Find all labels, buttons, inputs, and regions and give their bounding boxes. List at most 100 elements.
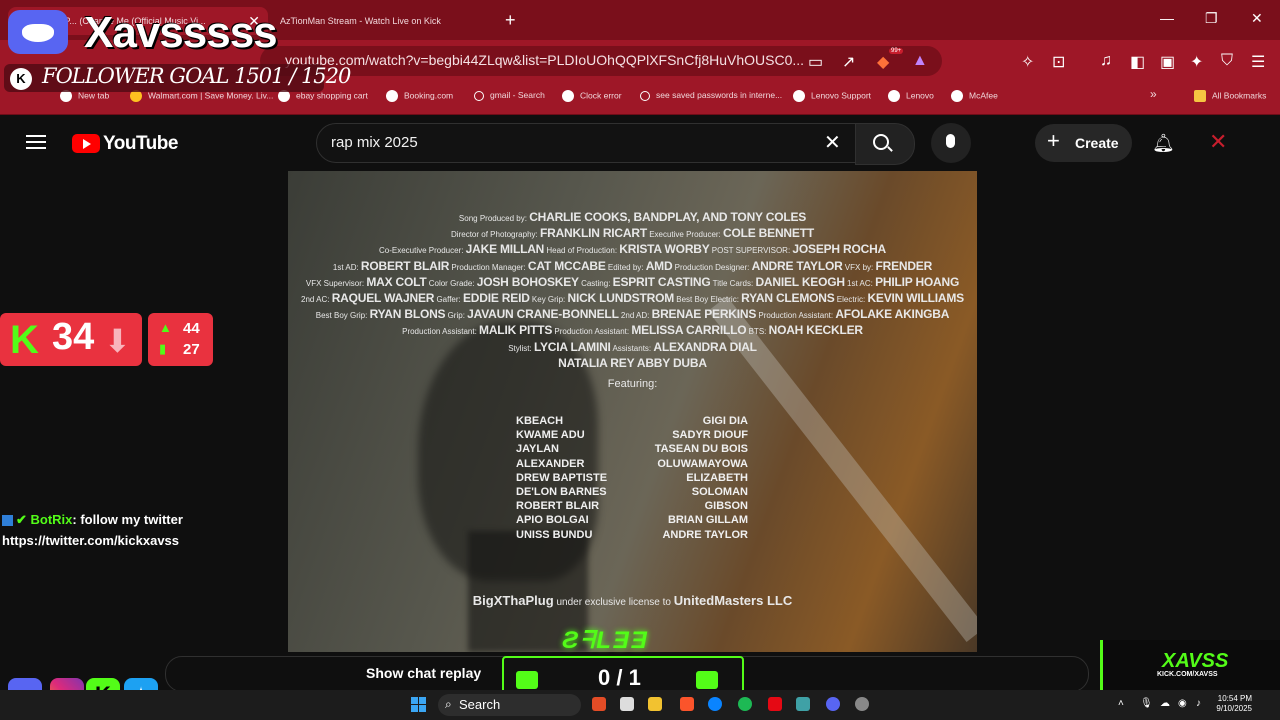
all-bookmarks[interactable]: All Bookmarks — [1194, 90, 1266, 102]
featured-name: GIGI DIA — [702, 415, 748, 427]
streamer-name: Xavsssss — [84, 8, 278, 57]
chat-message: ✔ BotRix: follow my twitter https://twit… — [2, 509, 183, 551]
tray-chevron-icon[interactable]: ˄ — [1118, 698, 1124, 709]
chat-link: https://twitter.com/kickxavss — [2, 533, 180, 548]
plus-icon: + — [1047, 128, 1060, 153]
new-tab-icon[interactable]: + — [505, 10, 516, 31]
windows-taskbar — [0, 690, 1280, 720]
mic-icon[interactable]: 🎙︎ — [1140, 698, 1153, 709]
extension-badge: 99+ — [889, 48, 904, 54]
viewer-count: 34 — [52, 316, 95, 358]
brave-shield-icon[interactable]: ◆ — [877, 52, 889, 72]
goal-art: ƧᖷLƎƎ — [562, 627, 649, 654]
notifications-bell-icon[interactable]: 🔔︎ — [1152, 133, 1175, 154]
bot-badge-icon — [2, 515, 13, 527]
folder-icon[interactable] — [648, 697, 662, 711]
wifi-icon[interactable]: ◉ — [1178, 698, 1187, 709]
share-icon[interactable]: ↗ — [842, 52, 855, 72]
clock-time: 10:54 PM — [1217, 694, 1252, 703]
kick-icon: K — [10, 68, 32, 90]
extensions-icon[interactable]: ✧ — [1021, 52, 1034, 72]
license-line: BigXThaPlug under exclusive license to U… — [472, 593, 793, 608]
chat-text: : follow my twitter — [72, 512, 183, 527]
youtube-logo-icon[interactable] — [72, 134, 100, 153]
rewards-icon[interactable]: ▲ — [912, 52, 928, 70]
close-window-icon[interactable]: ✕ — [1251, 10, 1263, 27]
credit-line: Co-Executive Producer: JAKE MILLAN Head … — [378, 242, 887, 257]
search-query[interactable]: rap mix 2025 — [331, 134, 418, 151]
search-tab-icon[interactable]: ⊡ — [1052, 52, 1065, 72]
taskbar-search-label[interactable]: Search — [459, 697, 500, 712]
chat-username: BotRix — [30, 512, 73, 527]
voice-search-button[interactable] — [931, 123, 971, 163]
url-text[interactable]: youtube.com/watch?v=begbi44ZLqw&list=PLD… — [285, 52, 804, 68]
sidebar-icon[interactable]: ◧ — [1130, 52, 1145, 72]
search-icon: ⌕ — [445, 697, 452, 711]
credit-line: 2nd AC: RAQUEL WAJNER Gaffer: EDDIE REID… — [301, 291, 964, 306]
media-icon[interactable]: ♫ — [1100, 52, 1112, 70]
windows-start-icon[interactable] — [411, 697, 427, 713]
bookmark-item[interactable]: gmail - Search — [474, 90, 545, 101]
discord-icon[interactable] — [826, 697, 840, 711]
vpn-icon[interactable]: ⛉ — [1221, 52, 1233, 70]
stats-box — [148, 313, 213, 366]
minimize-icon[interactable]: — — [1160, 10, 1174, 26]
down-arrow-icon: ⬇ — [104, 323, 131, 359]
cast-icon[interactable]: ▭ — [808, 52, 823, 72]
credit-line: NATALIA REY ABBY DUBA — [558, 355, 707, 370]
credit-line: VFX Supervisor: MAX COLT Color Grade: JO… — [305, 274, 960, 289]
bookmark-item[interactable]: McAfee — [951, 90, 998, 102]
gift-icon — [696, 671, 718, 689]
featured-name: SADYR DIOUF — [672, 429, 748, 442]
app-icon[interactable] — [796, 697, 810, 711]
featuring-list-right: GIGI DIA SADYR DIOUF TASEAN DU BOIS OLUWAMA… — [560, 414, 748, 542]
youtube-logo-text[interactable]: YouTube — [103, 133, 178, 155]
featured-name: ANDRE TAYLOR — [662, 528, 748, 541]
featured-name: SOLOMAN — [691, 486, 748, 499]
featured-name: GIBSON — [704, 500, 748, 513]
app-icon[interactable] — [592, 697, 606, 711]
stat-bars-value: 27 — [183, 341, 200, 358]
show-chat-replay-button[interactable]: Show chat replay — [366, 665, 481, 681]
leo-ai-icon[interactable]: ✦ — [1190, 52, 1203, 72]
credit-line: Best Boy Grip: RYAN BLONS Grip: JAVAUN C… — [315, 307, 950, 322]
verified-icon: ✔ — [16, 512, 31, 527]
edge-icon[interactable] — [708, 697, 722, 711]
clock-date: 9/10/2025 — [1216, 704, 1252, 713]
clear-search-icon[interactable]: ✕ — [824, 130, 841, 155]
featured-name: BRIAN GILLAM — [667, 514, 748, 527]
bookmark-item[interactable]: Clock error — [562, 90, 622, 102]
tab-kick[interactable]: AzTionMan Stream - Watch Live on Kick — [252, 7, 518, 35]
more-bookmarks-icon[interactable]: » — [1150, 87, 1157, 101]
volume-icon[interactable]: ♪ — [1196, 698, 1201, 709]
featured-name: ELIZABETH — [686, 471, 748, 484]
menu-icon[interactable] — [26, 135, 46, 149]
bookmark-item[interactable]: Booking.com — [386, 90, 453, 102]
credit-line: Stylist: LYCIA LAMINI Assistants: ALEXAN… — [508, 339, 757, 354]
credit-line: Song Produced by: CHARLIE COOKS, BANDPLA… — [458, 210, 807, 224]
brave-icon[interactable] — [680, 697, 694, 711]
avatar[interactable]: ✕ — [1209, 129, 1227, 155]
settings-icon[interactable] — [855, 697, 869, 711]
onedrive-icon[interactable]: ☁ — [1160, 698, 1170, 709]
booking-icon — [386, 90, 398, 102]
gift-icon — [516, 671, 538, 689]
bookmark-item[interactable]: Lenovo Support — [793, 90, 871, 102]
bookmark-item[interactable]: Lenovo — [888, 90, 934, 102]
search-icon — [640, 90, 650, 101]
credit-line: 1st AD: ROBERT BLAIR Production Manager:… — [332, 258, 933, 273]
spotify-icon[interactable] — [738, 697, 752, 711]
restore-icon[interactable]: ❐ — [1205, 10, 1218, 27]
stat-up-value: 44 — [183, 320, 200, 337]
taskbar-clock[interactable]: 10:54 PM 9/10/2025 — [1214, 694, 1252, 714]
bookmark-item[interactable]: see saved passwords in interne... — [640, 90, 782, 101]
menu-icon[interactable]: ☰ — [1251, 52, 1265, 72]
kick-logo-icon: K — [10, 318, 39, 362]
file-icon[interactable] — [620, 697, 634, 711]
search-icon — [474, 90, 484, 101]
wallet-icon[interactable]: ▣ — [1160, 52, 1175, 72]
bar-chart-icon: ▮ — [159, 341, 167, 356]
follower-goal-text: FOLLOWER GOAL 1501 / 1520 — [42, 64, 351, 88]
mic-icon — [946, 134, 955, 148]
netflix-icon[interactable] — [768, 697, 782, 711]
